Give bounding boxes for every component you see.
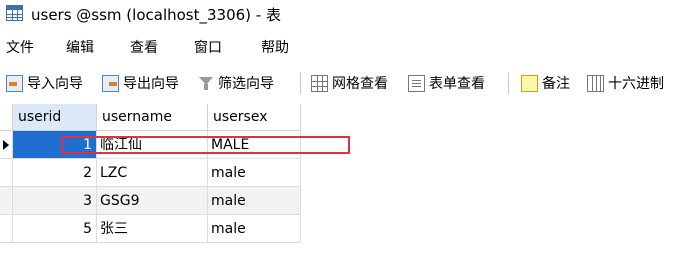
row-indicator-header xyxy=(0,104,13,131)
menu-bar: 文件 编辑 查看 窗口 帮助 xyxy=(0,33,681,59)
data-grid: userid username usersex 1 临江仙 MALE 2 LZC… xyxy=(0,104,681,266)
current-row-arrow-icon xyxy=(3,140,9,150)
row-indicator xyxy=(0,159,13,187)
cell-userid[interactable]: 1 xyxy=(13,131,97,159)
menu-file[interactable]: 文件 xyxy=(6,37,34,57)
import-wizard-label: 导入向导 xyxy=(27,76,83,92)
export-wizard-button[interactable]: 导出向导 xyxy=(102,72,179,94)
cell-userid[interactable]: 2 xyxy=(13,159,97,187)
window-title: users @ssm (localhost_3306) - 表 xyxy=(31,6,281,24)
hex-label: 十六进制 xyxy=(608,76,664,92)
memo-label: 备注 xyxy=(542,76,570,92)
cell-username[interactable]: LZC xyxy=(97,159,208,187)
cell-username[interactable]: 张三 xyxy=(97,215,208,243)
grid-view-label: 网格查看 xyxy=(332,76,388,92)
grid-view-button[interactable]: 网格查看 xyxy=(311,72,388,94)
column-header-usersex[interactable]: usersex xyxy=(208,104,301,131)
import-wizard-button[interactable]: 导入向导 xyxy=(6,72,83,94)
column-header-userid[interactable]: userid xyxy=(13,104,97,131)
cell-username[interactable]: GSG9 xyxy=(97,187,208,215)
import-icon xyxy=(6,74,23,92)
cell-usersex[interactable]: male xyxy=(208,159,301,187)
cell-userid[interactable]: 5 xyxy=(13,215,97,243)
form-icon xyxy=(408,74,425,92)
hex-icon xyxy=(587,74,604,92)
row-indicator xyxy=(0,215,13,243)
table-icon xyxy=(6,5,23,21)
cell-usersex[interactable]: MALE xyxy=(208,131,301,159)
title-bar: users @ssm (localhost_3306) - 表 xyxy=(0,0,681,28)
export-wizard-label: 导出向导 xyxy=(123,76,179,92)
filter-icon xyxy=(198,75,214,92)
filter-wizard-label: 筛选向导 xyxy=(218,76,274,92)
cell-username[interactable]: 临江仙 xyxy=(97,131,208,159)
export-icon xyxy=(102,74,119,92)
note-icon xyxy=(521,74,538,92)
form-view-button[interactable]: 表单查看 xyxy=(408,72,485,94)
row-indicator xyxy=(0,187,13,215)
memo-button[interactable]: 备注 xyxy=(521,72,570,94)
filter-wizard-button[interactable]: 筛选向导 xyxy=(198,72,274,94)
cell-userid[interactable]: 3 xyxy=(13,187,97,215)
row-indicator xyxy=(0,131,13,159)
column-header-username[interactable]: username xyxy=(97,104,208,131)
toolbar-separator xyxy=(508,72,509,94)
hex-button[interactable]: 十六进制 xyxy=(587,72,664,94)
toolbar: 导入向导 导出向导 筛选向导 网格查看 表单查看 备注 十六进制 xyxy=(0,64,681,102)
menu-view[interactable]: 查看 xyxy=(130,37,158,57)
form-view-label: 表单查看 xyxy=(429,76,485,92)
menu-edit[interactable]: 编辑 xyxy=(66,37,94,57)
menu-window[interactable]: 窗口 xyxy=(194,37,222,57)
cell-usersex[interactable]: male xyxy=(208,187,301,215)
toolbar-separator xyxy=(300,72,301,94)
grid-icon xyxy=(311,74,328,92)
cell-usersex[interactable]: male xyxy=(208,215,301,243)
menu-help[interactable]: 帮助 xyxy=(261,37,289,57)
